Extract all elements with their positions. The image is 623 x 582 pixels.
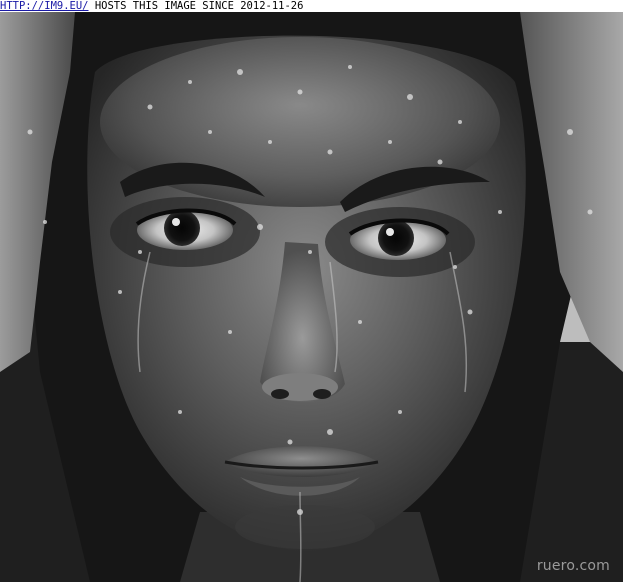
portrait-photo: ruero.com	[0, 12, 623, 582]
portrait-illustration	[0, 12, 623, 582]
page: HTTP://IM9.EU/ HOSTS THIS IMAGE SINCE 20…	[0, 0, 623, 582]
watermark-text: ruero.com	[536, 558, 610, 574]
hosting-link[interactable]: HTTP://IM9.EU/	[0, 0, 89, 12]
hosting-caption: HOSTS THIS IMAGE SINCE 2012-11-26	[94, 0, 304, 12]
hosting-banner: HTTP://IM9.EU/ HOSTS THIS IMAGE SINCE 20…	[0, 0, 623, 12]
